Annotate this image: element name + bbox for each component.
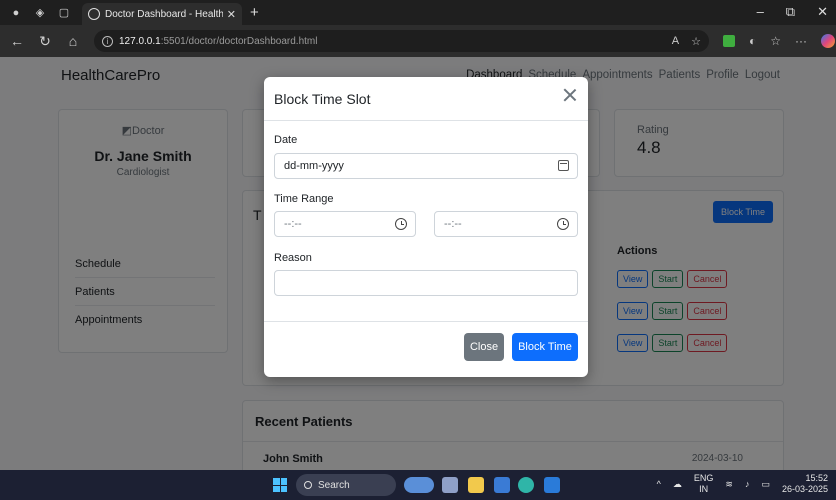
clock-icon[interactable] <box>395 218 407 230</box>
date-placeholder: dd-mm-yyyy <box>284 160 344 172</box>
volume-icon[interactable]: ♪ <box>745 479 750 489</box>
widget-icon[interactable] <box>404 477 434 493</box>
new-tab-icon[interactable]: + <box>250 4 259 21</box>
read-aloud-icon[interactable]: A <box>672 35 679 48</box>
time-range-label: Time Range <box>274 193 334 205</box>
browser-tab-bar: ● ◈ ▢ Doctor Dashboard - HealthCareP ✕ +… <box>0 0 836 25</box>
url-path: :5501/doctor/doctorDashboard.html <box>160 35 318 47</box>
clock-date: 26-03-2025 <box>781 484 828 494</box>
home-icon[interactable]: ⌂ <box>62 33 84 49</box>
clock-time: 15:52 <box>805 473 828 483</box>
workspaces-icon[interactable]: ◈ <box>32 5 48 21</box>
window-close-icon[interactable]: ✕ <box>817 4 828 20</box>
reason-field[interactable] <box>274 270 578 296</box>
windows-taskbar: Search ^ ☁ ENG IN ≋ ♪ ▭ 15:52 26-03-2025 <box>0 470 836 500</box>
close-button[interactable]: Close <box>464 333 504 361</box>
system-tray: ^ ☁ ENG IN ≋ ♪ ▭ 15:52 26-03-2025 <box>657 473 828 495</box>
taskbar-search[interactable]: Search <box>296 474 396 496</box>
battery-icon[interactable]: ▭ <box>761 479 770 490</box>
onedrive-icon[interactable]: ☁ <box>673 479 682 490</box>
block-time-submit-button[interactable]: Block Time <box>512 333 578 361</box>
back-icon[interactable]: ← <box>6 33 28 49</box>
lang-code: ENG <box>693 473 714 483</box>
calendar-icon[interactable] <box>558 160 569 171</box>
page-content: HealthCarePro Dashboard Schedule Appoint… <box>0 57 836 470</box>
site-info-icon[interactable]: i <box>102 35 113 47</box>
copilot-icon[interactable] <box>821 34 836 48</box>
taskbar-clock[interactable]: 15:52 26-03-2025 <box>782 473 828 495</box>
modal-footer: Close Block Time <box>264 321 588 377</box>
profile-icon[interactable]: ● <box>8 5 24 21</box>
windows-start-icon[interactable] <box>273 478 287 492</box>
language-indicator[interactable]: ENG IN <box>694 473 714 495</box>
favorite-star-icon[interactable]: ☆ <box>691 35 701 48</box>
date-label: Date <box>274 134 298 146</box>
store-icon[interactable] <box>494 477 510 493</box>
search-label: Search <box>318 479 350 491</box>
url-host: 127.0.0.1 <box>119 35 161 47</box>
file-explorer-icon[interactable] <box>468 477 484 493</box>
restore-icon[interactable]: ⧉ <box>786 4 795 20</box>
clock-icon[interactable] <box>557 218 569 230</box>
close-icon[interactable] <box>562 87 578 103</box>
task-view-icon[interactable] <box>442 477 458 493</box>
edge-browser-icon[interactable] <box>518 477 534 493</box>
vscode-icon[interactable] <box>544 477 560 493</box>
date-field[interactable]: dd-mm-yyyy <box>274 153 578 179</box>
favorites-icon[interactable]: ☆ <box>770 34 781 48</box>
tab-title: Doctor Dashboard - HealthCareP <box>105 8 223 20</box>
browser-tab[interactable]: Doctor Dashboard - HealthCareP ✕ <box>82 3 242 25</box>
browser-address-bar: ← ↻ ⌂ i 127.0.0.1 :5501/doctor/doctorDas… <box>0 25 836 57</box>
extension-icon[interactable] <box>723 35 735 47</box>
tab-close-icon[interactable]: ✕ <box>227 8 236 21</box>
refresh-icon[interactable]: ↻ <box>34 33 56 50</box>
chevron-up-icon[interactable]: ^ <box>657 479 661 489</box>
region-code: IN <box>699 484 709 494</box>
wifi-icon[interactable]: ≋ <box>725 479 733 490</box>
modal-header: Block Time Slot <box>264 77 588 121</box>
url-field[interactable]: i 127.0.0.1 :5501/doctor/doctorDashboard… <box>94 30 709 52</box>
tab-actions-icon[interactable]: ▢ <box>56 5 72 21</box>
globe-icon <box>88 8 100 20</box>
block-time-modal: Block Time Slot Date dd-mm-yyyy Time Ran… <box>264 77 588 377</box>
start-time-field[interactable]: --:-- <box>274 211 416 237</box>
start-time-placeholder: --:-- <box>284 218 302 230</box>
end-time-placeholder: --:-- <box>444 218 462 230</box>
browser-essentials-icon[interactable]: ◐ <box>749 34 756 48</box>
modal-title: Block Time Slot <box>274 91 371 107</box>
reason-label: Reason <box>274 252 312 264</box>
end-time-field[interactable]: --:-- <box>434 211 578 237</box>
more-menu-icon[interactable]: ··· <box>795 34 807 48</box>
search-icon <box>304 481 312 489</box>
minimize-icon[interactable]: – <box>757 4 764 20</box>
